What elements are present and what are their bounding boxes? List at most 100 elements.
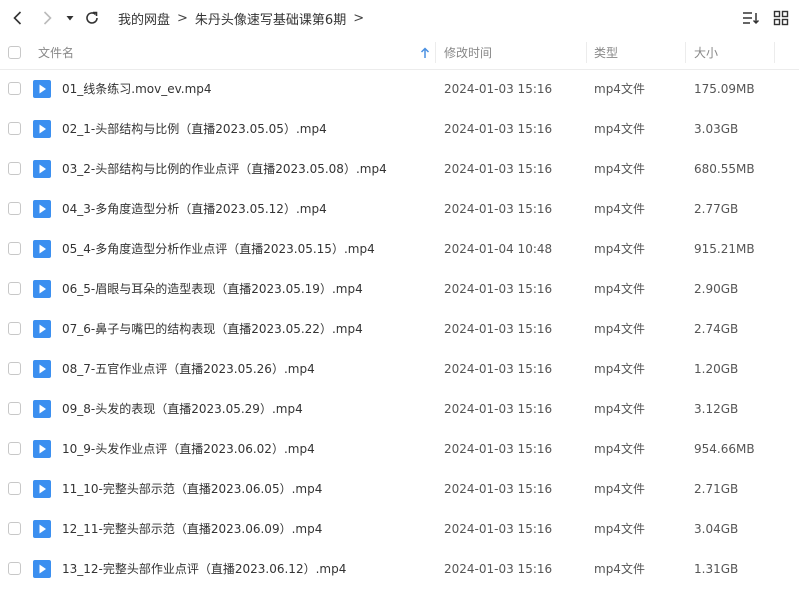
row-checkbox[interactable] bbox=[8, 402, 21, 415]
file-type: mp4文件 bbox=[594, 202, 645, 216]
row-checkbox[interactable] bbox=[8, 562, 21, 575]
sort-list-icon bbox=[743, 12, 760, 25]
refresh-button[interactable] bbox=[82, 6, 102, 30]
video-file-icon bbox=[33, 520, 51, 538]
file-row[interactable]: 08_7-五官作业点评（直播2023.05.26）.mp4 2024-01-03… bbox=[0, 349, 799, 389]
file-name: 01_线条练习.mov_ev.mp4 bbox=[62, 82, 212, 96]
file-name: 06_5-眉眼与耳朵的造型表现（直播2023.05.19）.mp4 bbox=[62, 282, 363, 296]
sort-button[interactable] bbox=[740, 6, 762, 30]
file-row[interactable]: 05_4-多角度造型分析作业点评（直播2023.05.15）.mp4 2024-… bbox=[0, 229, 799, 269]
sort-asc-icon[interactable] bbox=[420, 36, 430, 69]
video-file-icon bbox=[33, 240, 51, 258]
row-checkbox[interactable] bbox=[8, 482, 21, 495]
file-row[interactable]: 04_3-多角度造型分析（直播2023.05.12）.mp4 2024-01-0… bbox=[0, 189, 799, 229]
file-row[interactable]: 09_8-头发的表现（直播2023.05.29）.mp4 2024-01-03 … bbox=[0, 389, 799, 429]
back-button[interactable] bbox=[6, 6, 30, 30]
file-type: mp4文件 bbox=[594, 522, 645, 536]
file-modified: 2024-01-03 15:16 bbox=[444, 362, 553, 376]
column-modified[interactable]: 修改时间 bbox=[444, 36, 492, 69]
row-checkbox[interactable] bbox=[8, 162, 21, 175]
file-modified: 2024-01-03 15:16 bbox=[444, 402, 553, 416]
file-modified: 2024-01-03 15:16 bbox=[444, 562, 553, 576]
file-name: 07_6-鼻子与嘴巴的结构表现（直播2023.05.22）.mp4 bbox=[62, 322, 363, 336]
file-row[interactable]: 12_11-完整头部示范（直播2023.06.09）.mp4 2024-01-0… bbox=[0, 509, 799, 549]
file-name: 11_10-完整头部示范（直播2023.06.05）.mp4 bbox=[62, 482, 323, 496]
file-type: mp4文件 bbox=[594, 122, 645, 136]
breadcrumb-root[interactable]: 我的网盘 bbox=[118, 9, 170, 28]
file-name: 04_3-多角度造型分析（直播2023.05.12）.mp4 bbox=[62, 202, 327, 216]
file-size: 3.04GB bbox=[694, 522, 739, 536]
breadcrumb-separator-end: > bbox=[353, 10, 365, 26]
breadcrumb-current[interactable]: 朱丹头像速写基础课第6期 bbox=[195, 9, 346, 28]
file-size: 680.55MB bbox=[694, 162, 755, 176]
chevron-left-icon bbox=[13, 11, 22, 25]
file-modified: 2024-01-03 15:16 bbox=[444, 162, 553, 176]
file-name: 05_4-多角度造型分析作业点评（直播2023.05.15）.mp4 bbox=[62, 242, 375, 256]
select-all-checkbox[interactable] bbox=[8, 36, 21, 69]
file-type: mp4文件 bbox=[594, 282, 645, 296]
forward-button[interactable] bbox=[35, 6, 59, 30]
column-type[interactable]: 类型 bbox=[594, 36, 618, 69]
video-file-icon bbox=[33, 80, 51, 98]
file-modified: 2024-01-03 15:16 bbox=[444, 282, 553, 296]
column-size[interactable]: 大小 bbox=[694, 36, 718, 69]
file-row[interactable]: 10_9-头发作业点评（直播2023.06.02）.mp4 2024-01-03… bbox=[0, 429, 799, 469]
history-dropdown-button[interactable] bbox=[63, 6, 77, 30]
file-size: 175.09MB bbox=[694, 82, 755, 96]
file-type: mp4文件 bbox=[594, 242, 645, 256]
row-checkbox[interactable] bbox=[8, 122, 21, 135]
file-row[interactable]: 01_线条练习.mov_ev.mp4 2024-01-03 15:16 mp4文… bbox=[0, 69, 799, 109]
file-name: 02_1-头部结构与比例（直播2023.05.05）.mp4 bbox=[62, 122, 327, 136]
video-file-icon bbox=[33, 480, 51, 498]
arrow-up-icon bbox=[420, 46, 430, 58]
grid-view-icon bbox=[773, 10, 789, 26]
file-modified: 2024-01-03 15:16 bbox=[444, 82, 553, 96]
file-size: 2.90GB bbox=[694, 282, 739, 296]
row-checkbox[interactable] bbox=[8, 362, 21, 375]
row-checkbox[interactable] bbox=[8, 522, 21, 535]
video-file-icon bbox=[33, 320, 51, 338]
video-file-icon bbox=[33, 200, 51, 218]
file-type: mp4文件 bbox=[594, 322, 645, 336]
file-row[interactable]: 03_2-头部结构与比例的作业点评（直播2023.05.08）.mp4 2024… bbox=[0, 149, 799, 189]
row-checkbox[interactable] bbox=[8, 82, 21, 95]
file-type: mp4文件 bbox=[594, 402, 645, 416]
file-modified: 2024-01-03 15:16 bbox=[444, 322, 553, 336]
file-modified: 2024-01-04 10:48 bbox=[444, 242, 553, 256]
row-checkbox[interactable] bbox=[8, 202, 21, 215]
row-checkbox[interactable] bbox=[8, 242, 21, 255]
file-row[interactable]: 02_1-头部结构与比例（直播2023.05.05）.mp4 2024-01-0… bbox=[0, 109, 799, 149]
file-row[interactable]: 07_6-鼻子与嘴巴的结构表现（直播2023.05.22）.mp4 2024-0… bbox=[0, 309, 799, 349]
chevron-right-icon bbox=[43, 11, 52, 25]
row-checkbox[interactable] bbox=[8, 442, 21, 455]
file-modified: 2024-01-03 15:16 bbox=[444, 522, 553, 536]
file-row[interactable]: 13_12-完整头部作业点评（直播2023.06.12）.mp4 2024-01… bbox=[0, 549, 799, 589]
file-type: mp4文件 bbox=[594, 562, 645, 576]
column-divider bbox=[774, 42, 775, 63]
video-file-icon bbox=[33, 440, 51, 458]
grid-view-button[interactable] bbox=[770, 6, 792, 30]
file-name: 12_11-完整头部示范（直播2023.06.09）.mp4 bbox=[62, 522, 323, 536]
file-size: 915.21MB bbox=[694, 242, 755, 256]
file-type: mp4文件 bbox=[594, 82, 645, 96]
column-divider bbox=[685, 42, 686, 63]
file-modified: 2024-01-03 15:16 bbox=[444, 202, 553, 216]
breadcrumb-separator: > bbox=[177, 10, 188, 26]
file-name: 10_9-头发作业点评（直播2023.06.02）.mp4 bbox=[62, 442, 315, 456]
video-file-icon bbox=[33, 400, 51, 418]
row-checkbox[interactable] bbox=[8, 282, 21, 295]
file-size: 3.12GB bbox=[694, 402, 739, 416]
file-size: 1.31GB bbox=[694, 562, 739, 576]
video-file-icon bbox=[33, 160, 51, 178]
file-size: 1.20GB bbox=[694, 362, 739, 376]
file-row[interactable]: 11_10-完整头部示范（直播2023.06.05）.mp4 2024-01-0… bbox=[0, 469, 799, 509]
refresh-icon bbox=[86, 11, 98, 24]
file-row[interactable]: 06_5-眉眼与耳朵的造型表现（直播2023.05.19）.mp4 2024-0… bbox=[0, 269, 799, 309]
row-checkbox[interactable] bbox=[8, 322, 21, 335]
column-header: 文件名 修改时间 类型 大小 bbox=[0, 36, 799, 70]
file-modified: 2024-01-03 15:16 bbox=[444, 122, 553, 136]
column-name[interactable]: 文件名 bbox=[38, 36, 74, 69]
file-modified: 2024-01-03 15:16 bbox=[444, 482, 553, 496]
triangle-down-icon bbox=[66, 16, 74, 21]
file-type: mp4文件 bbox=[594, 482, 645, 496]
